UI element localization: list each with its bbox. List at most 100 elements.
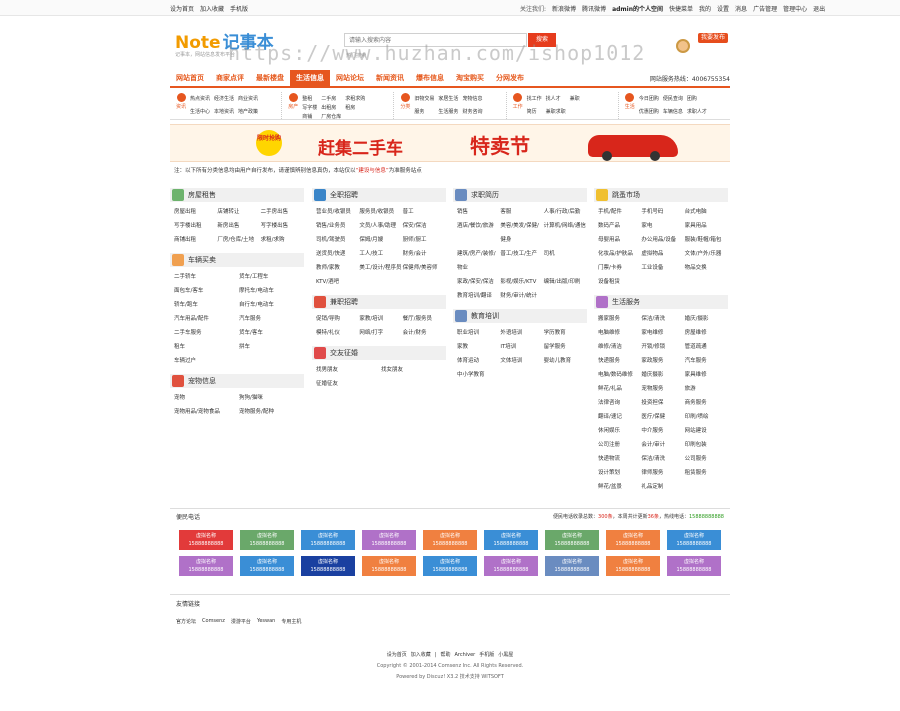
section-link[interactable]: 家电维修 xyxy=(641,326,684,340)
section-link[interactable]: 电脑/数码维修 xyxy=(598,368,641,382)
section-link[interactable]: 管道疏通 xyxy=(685,340,728,354)
section-link[interactable]: 房屋维修 xyxy=(685,326,728,340)
category-link[interactable]: 旧物交易 xyxy=(414,95,434,106)
bianmin-item[interactable]: 虚拟名称 15888888888 xyxy=(362,530,416,550)
section-link[interactable]: 教师/家教 xyxy=(316,261,359,275)
section-link[interactable]: 化妆品/护肤品 xyxy=(598,247,641,261)
category-link[interactable]: 找人才 xyxy=(546,95,566,106)
section-link[interactable]: 文体/户外/乐器 xyxy=(685,247,728,261)
section-link[interactable]: 厨师/厨工 xyxy=(403,233,446,247)
section-link[interactable]: 网络/打字 xyxy=(359,326,402,340)
section-link[interactable]: 保健师/美容师 xyxy=(403,261,446,275)
section-link[interactable]: 物品交换 xyxy=(685,261,728,275)
section-link[interactable]: 货车/工程车 xyxy=(239,270,304,284)
section-link[interactable]: 服务员/收银员 xyxy=(359,205,402,219)
section-link[interactable]: 客服 xyxy=(500,205,543,219)
category-link[interactable]: 优惠团购 xyxy=(639,108,659,119)
bianmin-item[interactable]: 虚拟名称 15888888888 xyxy=(606,530,660,550)
bianmin-item[interactable]: 虚拟名称 15888888888 xyxy=(362,556,416,576)
nav-item[interactable]: 最新楼盘 xyxy=(250,70,290,86)
category-link[interactable]: 出租房 xyxy=(321,104,341,111)
section-title[interactable]: 交友征婚 xyxy=(330,348,358,358)
category-link[interactable]: 经济生活 xyxy=(214,95,234,106)
section-link[interactable]: 二手车服务 xyxy=(174,326,239,340)
section-link[interactable]: 保洁/清洗 xyxy=(641,452,684,466)
section-link[interactable]: 虚拟物品 xyxy=(641,247,684,261)
section-link[interactable]: 电脑维修 xyxy=(598,326,641,340)
user-link[interactable]: admin的个人空间 xyxy=(612,4,663,13)
section-link[interactable]: 保洁/清洗 xyxy=(641,312,684,326)
section-link[interactable]: 婴幼儿教育 xyxy=(544,354,587,368)
category-link[interactable]: 今日团购 xyxy=(639,95,659,106)
section-link[interactable]: 营业员/收银员 xyxy=(316,205,359,219)
section-title[interactable]: 生活服务 xyxy=(612,297,640,307)
section-title[interactable]: 兼职招聘 xyxy=(330,297,358,307)
user-menu-link[interactable]: 设置 xyxy=(717,4,729,13)
category-link[interactable]: 宠物信息 xyxy=(462,95,482,106)
section-link[interactable]: 鲜花/盆景 xyxy=(598,480,641,494)
section-link[interactable]: 投资担保 xyxy=(641,396,684,410)
section-link[interactable]: 工人/技工 xyxy=(359,247,402,261)
section-link[interactable]: 休闲娱乐 xyxy=(598,424,641,438)
section-link[interactable]: 旅游 xyxy=(685,382,728,396)
section-link[interactable]: 体育运动 xyxy=(457,354,500,368)
section-link[interactable]: 办公用品/设备 xyxy=(641,233,684,247)
section-link[interactable]: 新房出售 xyxy=(217,219,260,233)
section-link[interactable]: 司机 xyxy=(544,247,587,275)
section-link[interactable]: 汽车服务 xyxy=(685,354,728,368)
nav-item[interactable]: 淘宝购买 xyxy=(450,70,490,86)
user-menu-link[interactable]: 我的 xyxy=(699,4,711,13)
section-link[interactable]: 房屋出租 xyxy=(174,205,217,219)
nav-item[interactable]: 网站论坛 xyxy=(330,70,370,86)
section-title[interactable]: 求职简历 xyxy=(471,190,499,200)
section-link[interactable]: 婚庆/摄影 xyxy=(685,312,728,326)
bianmin-item[interactable]: 虚拟名称 15888888888 xyxy=(240,530,294,550)
section-link[interactable]: 二手房出售 xyxy=(261,205,304,219)
category-link[interactable]: 兼职 xyxy=(570,95,580,106)
section-link[interactable]: 外语培训 xyxy=(500,326,543,340)
section-link[interactable]: 宠物 xyxy=(174,391,239,405)
section-link[interactable]: 货车/客车 xyxy=(239,326,304,340)
section-link[interactable]: 轿车/跑车 xyxy=(174,298,239,312)
section-link[interactable]: 司机/驾驶员 xyxy=(316,233,359,247)
friend-link[interactable]: Comsenz xyxy=(202,618,225,625)
section-link[interactable]: 快递物流 xyxy=(598,452,641,466)
section-title[interactable]: 跳蚤市场 xyxy=(612,190,640,200)
bianmin-item[interactable]: 虚拟名称 15888888888 xyxy=(667,530,721,550)
section-link[interactable]: 鲜花/礼品 xyxy=(598,382,641,396)
section-link[interactable]: 留学服务 xyxy=(544,340,587,354)
category-link[interactable]: 写字楼 xyxy=(302,104,317,111)
section-link[interactable]: 宠物用品/宠物食品 xyxy=(174,405,239,419)
section-link[interactable]: 编辑/出版/印刷 xyxy=(544,275,587,289)
section-link[interactable]: 台式电脑 xyxy=(685,205,728,219)
category-link[interactable]: 团购 xyxy=(687,95,707,106)
nav-item[interactable]: 新闻资讯 xyxy=(370,70,410,86)
section-link[interactable]: 普工/技工/生产 xyxy=(500,247,543,275)
section-link[interactable]: 法律咨询 xyxy=(598,396,641,410)
section-link[interactable]: 租赁服务 xyxy=(685,466,728,480)
section-link[interactable]: 厂房/仓库/土地 xyxy=(217,233,260,247)
section-link[interactable]: 家政/保安/保洁 xyxy=(457,275,500,289)
bianmin-item[interactable]: 虚拟名称 15888888888 xyxy=(545,530,599,550)
footer-link[interactable]: 设为首页 xyxy=(387,650,407,661)
section-link[interactable]: 自行车/电动车 xyxy=(239,298,304,312)
section-link[interactable]: 宠物服务/配种 xyxy=(239,405,304,419)
section-link[interactable]: 商务服务 xyxy=(685,396,728,410)
section-title[interactable]: 宠物信息 xyxy=(188,376,216,386)
section-link[interactable]: 网站建设 xyxy=(685,424,728,438)
section-link[interactable]: 维修/清洁 xyxy=(598,340,641,354)
bianmin-item[interactable]: 虚拟名称 15888888888 xyxy=(423,556,477,576)
section-link[interactable]: 餐厅/服务员 xyxy=(403,312,446,326)
section-link[interactable]: 影视/娱乐/KTV xyxy=(500,275,543,289)
category-link[interactable]: 车辆信息 xyxy=(663,108,683,119)
section-link[interactable]: 征婚征友 xyxy=(316,377,381,391)
section-link[interactable]: 商铺出租 xyxy=(174,233,217,247)
category-link[interactable]: 生活服务 xyxy=(438,108,458,119)
category-link[interactable]: 找工作 xyxy=(527,95,542,106)
section-link[interactable]: 面包车/客车 xyxy=(174,284,239,298)
section-link[interactable]: 开锁/修锁 xyxy=(641,340,684,354)
footer-link[interactable]: Archiver xyxy=(454,650,475,661)
user-menu-link[interactable]: 快捷菜单 xyxy=(669,4,693,13)
category-link[interactable]: 热点资讯 xyxy=(190,95,210,106)
topbar-link[interactable]: 加入收藏 xyxy=(200,4,224,13)
